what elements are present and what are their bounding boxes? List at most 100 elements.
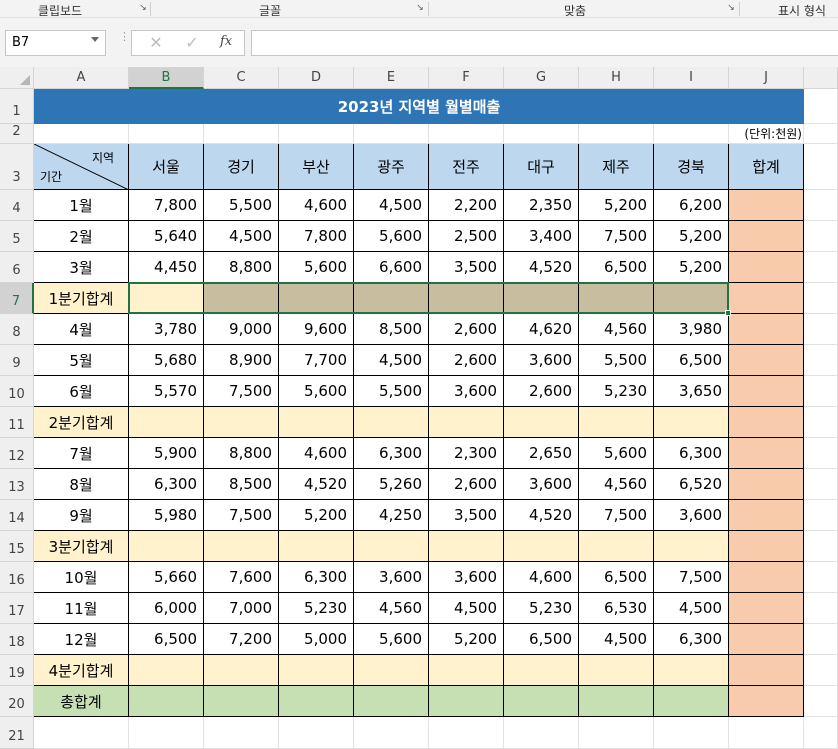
value-cell[interactable]: 7,500 <box>654 562 729 593</box>
value-cell[interactable]: 7,600 <box>204 562 279 593</box>
value-cell[interactable]: 2,600 <box>429 469 504 500</box>
region-header[interactable]: 경북 <box>654 144 729 190</box>
formula-input[interactable] <box>251 30 838 56</box>
row-total-cell[interactable] <box>729 252 804 283</box>
column-header-k[interactable] <box>804 67 838 89</box>
subtotal-label[interactable]: 1분기합계 <box>34 283 129 314</box>
sheet-title[interactable]: 2023년 지역별 월별매출 <box>34 89 804 124</box>
value-cell[interactable]: 6,600 <box>354 252 429 283</box>
row-header-4[interactable]: 4 <box>0 190 34 221</box>
value-cell[interactable]: 4,520 <box>279 469 354 500</box>
value-cell[interactable]: 3,500 <box>429 500 504 531</box>
month-label[interactable]: 10월 <box>34 562 129 593</box>
value-cell[interactable]: 2,500 <box>429 221 504 252</box>
subtotal-cell[interactable] <box>654 531 729 562</box>
value-cell[interactable]: 5,600 <box>579 438 654 469</box>
row-header-9[interactable]: 9 <box>0 345 34 376</box>
value-cell[interactable]: 5,230 <box>504 593 579 624</box>
value-cell[interactable]: 4,500 <box>579 624 654 655</box>
value-cell[interactable]: 7,700 <box>279 345 354 376</box>
region-header[interactable]: 서울 <box>129 144 204 190</box>
column-header-f[interactable]: F <box>429 67 504 89</box>
value-cell[interactable]: 4,560 <box>579 314 654 345</box>
value-cell[interactable]: 2,600 <box>429 345 504 376</box>
month-label[interactable]: 1월 <box>34 190 129 221</box>
row-header-20[interactable]: 20 <box>0 686 34 717</box>
grand-total-cell[interactable] <box>579 686 654 717</box>
subtotal-cell[interactable] <box>279 531 354 562</box>
row-total-cell[interactable] <box>729 314 804 345</box>
clipboard-launcher-icon[interactable]: ↘ <box>138 4 148 14</box>
value-cell[interactable]: 7,500 <box>204 500 279 531</box>
row-header-14[interactable]: 14 <box>0 500 34 531</box>
value-cell[interactable]: 5,500 <box>204 190 279 221</box>
value-cell[interactable]: 5,600 <box>354 624 429 655</box>
month-label[interactable]: 4월 <box>34 314 129 345</box>
grand-total-cell[interactable] <box>504 686 579 717</box>
column-header-b[interactable]: B <box>129 67 204 89</box>
value-cell[interactable]: 6,200 <box>654 190 729 221</box>
enter-check-icon[interactable]: ✓ <box>182 33 202 52</box>
row-header-5[interactable]: 5 <box>0 221 34 252</box>
subtotal-cell[interactable] <box>429 407 504 438</box>
subtotal-cell[interactable] <box>579 531 654 562</box>
region-header[interactable]: 경기 <box>204 144 279 190</box>
value-cell[interactable]: 9,600 <box>279 314 354 345</box>
row-header-13[interactable]: 13 <box>0 469 34 500</box>
value-cell[interactable]: 5,680 <box>129 345 204 376</box>
region-header[interactable]: 전주 <box>429 144 504 190</box>
value-cell[interactable]: 3,600 <box>504 469 579 500</box>
month-label[interactable]: 3월 <box>34 252 129 283</box>
subtotal-cell[interactable] <box>354 531 429 562</box>
subtotal-cell[interactable] <box>429 531 504 562</box>
value-cell[interactable]: 2,600 <box>504 376 579 407</box>
value-cell[interactable]: 8,500 <box>204 469 279 500</box>
value-cell[interactable]: 4,520 <box>504 252 579 283</box>
value-cell[interactable]: 3,500 <box>429 252 504 283</box>
value-cell[interactable]: 6,500 <box>579 562 654 593</box>
value-cell[interactable]: 7,500 <box>579 221 654 252</box>
month-label[interactable]: 9월 <box>34 500 129 531</box>
value-cell[interactable]: 5,500 <box>354 376 429 407</box>
month-label[interactable]: 6월 <box>34 376 129 407</box>
value-cell[interactable]: 7,000 <box>204 593 279 624</box>
region-header[interactable]: 광주 <box>354 144 429 190</box>
value-cell[interactable]: 3,780 <box>129 314 204 345</box>
grand-total-cell[interactable] <box>204 686 279 717</box>
subtotal-cell[interactable] <box>279 407 354 438</box>
value-cell[interactable]: 9,000 <box>204 314 279 345</box>
value-cell[interactable]: 2,200 <box>429 190 504 221</box>
row-header-19[interactable]: 19 <box>0 655 34 686</box>
value-cell[interactable]: 7,500 <box>579 500 654 531</box>
subtotal-cell[interactable] <box>504 655 579 686</box>
value-cell[interactable]: 4,560 <box>354 593 429 624</box>
value-cell[interactable]: 6,500 <box>504 624 579 655</box>
row-total-cell[interactable] <box>729 624 804 655</box>
grand-total-cell[interactable] <box>129 686 204 717</box>
value-cell[interactable]: 2,350 <box>504 190 579 221</box>
value-cell[interactable]: 5,260 <box>354 469 429 500</box>
row-header-18[interactable]: 18 <box>0 624 34 655</box>
row-total-cell[interactable] <box>729 190 804 221</box>
subtotal-cell[interactable] <box>354 655 429 686</box>
column-header-e[interactable]: E <box>354 67 429 89</box>
value-cell[interactable]: 5,600 <box>354 221 429 252</box>
column-header-i[interactable]: I <box>654 67 729 89</box>
value-cell[interactable]: 7,800 <box>129 190 204 221</box>
row-header-7[interactable]: 7 <box>0 283 34 314</box>
value-cell[interactable]: 6,300 <box>654 438 729 469</box>
subtotal-label[interactable]: 2분기합계 <box>34 407 129 438</box>
value-cell[interactable]: 4,620 <box>504 314 579 345</box>
subtotal-cell[interactable] <box>429 655 504 686</box>
value-cell[interactable]: 6,000 <box>129 593 204 624</box>
month-label[interactable]: 12월 <box>34 624 129 655</box>
unit-note[interactable]: (단위:천원) <box>700 124 804 144</box>
value-cell[interactable]: 5,200 <box>654 252 729 283</box>
subtotal-cell[interactable] <box>204 407 279 438</box>
subtotal-cell[interactable] <box>129 655 204 686</box>
value-cell[interactable]: 3,600 <box>429 562 504 593</box>
subtotal-cell[interactable] <box>204 655 279 686</box>
value-cell[interactable]: 3,600 <box>354 562 429 593</box>
value-cell[interactable]: 8,500 <box>354 314 429 345</box>
subtotal-cell[interactable] <box>504 531 579 562</box>
